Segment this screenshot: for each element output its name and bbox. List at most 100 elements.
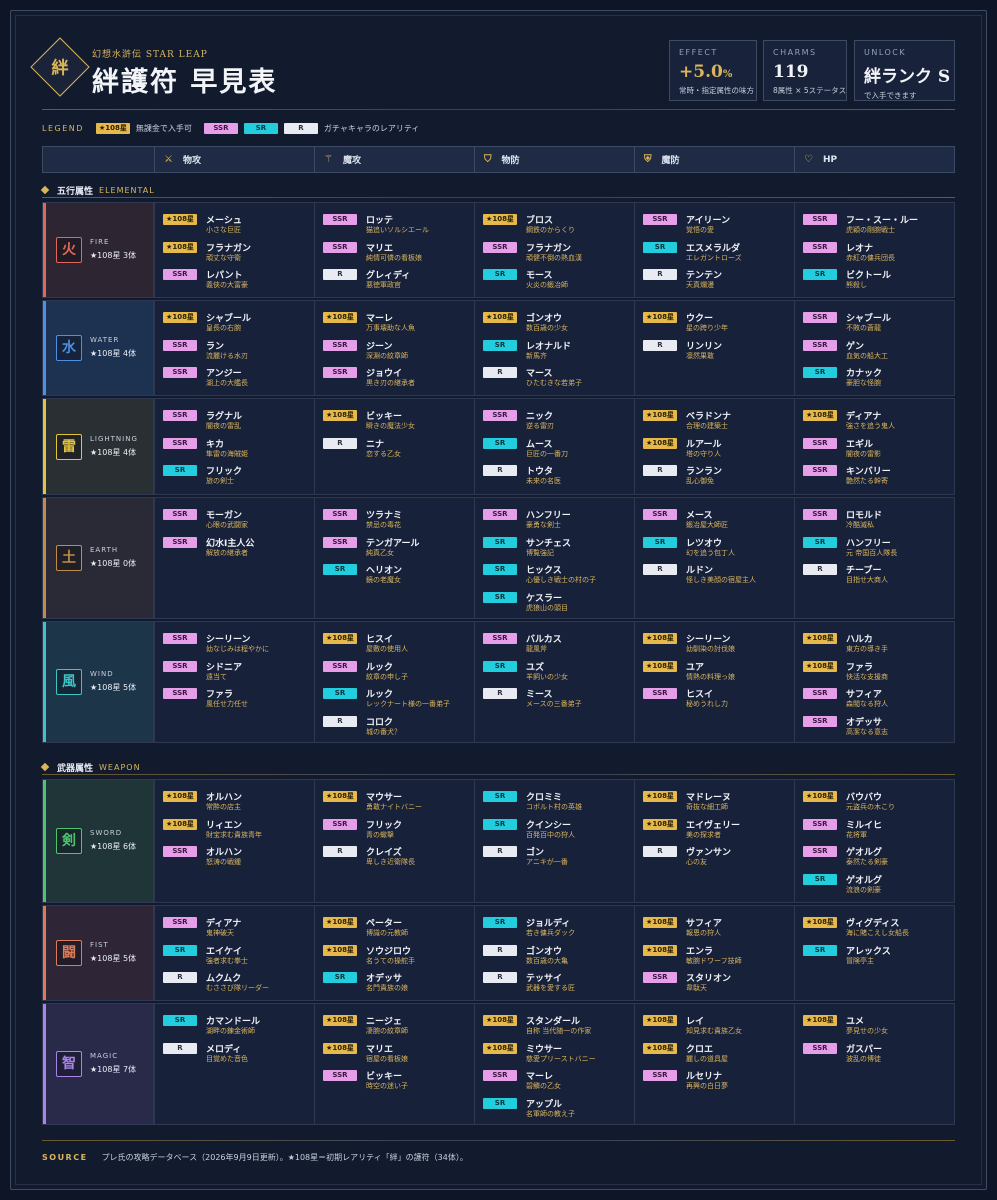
rarity-badge: SSR: [643, 688, 677, 699]
column-header-pdef: ⛉ 物防: [474, 147, 634, 172]
character-epithet: 逆る雷刃: [526, 422, 554, 430]
character-epithet: 元盗兵の木こり: [846, 803, 895, 811]
character-epithet: 武器を愛する匠: [526, 984, 575, 992]
charm-entry: ★108星 ユメ 夢見せの少女: [803, 1015, 954, 1043]
rarity-badge: SSR: [163, 437, 197, 449]
charm-entry: SR ゲオルグ 流浪の剣豪: [803, 873, 954, 902]
rarity-badge: SR: [483, 1097, 517, 1109]
character-epithet: 名軍師の教え子: [526, 1109, 575, 1118]
charm-entry: SSR ディアナ 鬼神破天: [163, 917, 314, 945]
charm-entry: SSR ジーン 深淵の紋章師: [323, 339, 474, 368]
charm-entry: SR オデッサ 名門貴族の娘: [323, 972, 474, 1000]
attribute-kanji: 火: [56, 237, 82, 263]
character-epithet: 解放の継承者: [206, 548, 248, 557]
character-epithet: 屋敷の使用人: [366, 645, 408, 653]
charm-entry: ★108星 マーレ 万事壊助な人魚: [323, 312, 474, 340]
cell-mdef: ★108星 ベラドンナ 合理の建築士 ★108星 ルアール 塔の守り人 R ランラン 乱心御免: [634, 399, 794, 494]
attribute-count: ★108星 7体: [90, 1065, 137, 1074]
character-epithet: 星の跨り少年: [686, 324, 728, 332]
rarity-badge: R: [483, 972, 517, 983]
rarity-badge: R: [643, 269, 677, 280]
rarity-badge: ★108星: [163, 791, 197, 802]
rarity-badge: ★108星: [323, 944, 357, 956]
rarity-badge: SSR: [643, 972, 677, 983]
footer-text: プレ氏の攻略データベース（2026年9月9日更新）。★108星＝初期レアリティ「…: [101, 1153, 468, 1162]
character-epithet: 知見求む貴族乙女: [686, 1027, 742, 1035]
rarity-badge: SR: [803, 269, 837, 280]
rarity-badge: SR: [643, 536, 677, 548]
character-epithet: エレガントローズ: [686, 253, 742, 262]
character-epithet: 若き傭兵ダック: [526, 929, 575, 937]
character-epithet: 万事壊助な人魚: [366, 324, 415, 332]
charm-entry: SSR キカ 隼雷の海賊姫: [163, 437, 314, 466]
rarity-badge: ★108星: [643, 1042, 677, 1054]
charm-entry: SSR シドニア 遠当て: [163, 660, 314, 689]
rarity-badge: SSR: [323, 214, 357, 225]
rarity-badge: SSR: [483, 633, 517, 644]
character-epithet: 卑しき近衛隊長: [366, 858, 415, 866]
cell-matk: ★108星 ヒスイ 屋敷の使用人 SSR ルック 紋章の申し子 SR ルック レックナート様の一…: [314, 622, 474, 742]
cell-matk: ★108星 ビッキー 瞬きの魔法少女 R ニナ 恋する乙女: [314, 399, 474, 494]
rarity-badge: SSR: [803, 339, 837, 351]
cell-pdef: SSR バルカス 龍風斧 SR ユズ 羊飼いの少女 R ミース メースの三番弟子: [474, 622, 634, 742]
charm-entry: SR ヒックス 心優しき戦士の村の子: [483, 564, 634, 592]
rarity-badge: ★108星: [643, 944, 677, 956]
rarity-badge: SR: [163, 1015, 197, 1026]
rarity-badge: SR: [483, 591, 517, 603]
charm-entry: R ゴンオウ 数百歳の大亀: [483, 944, 634, 973]
charm-entry: SR クロミミ コボルト村の英雄: [483, 791, 634, 819]
character-epithet: 黒き刃の継承者: [366, 379, 415, 387]
rarity-badge: ★108星: [483, 1015, 517, 1026]
character-epithet: 強者求む拳士: [206, 956, 248, 965]
attribute-en: FIRE: [90, 238, 110, 246]
charm-entry: SR レオナルド 新馬齐: [483, 339, 634, 368]
character-epithet: 紋章の申し子: [366, 672, 408, 681]
charm-entry: R グレィディ 悪徳軍政官: [323, 269, 474, 297]
rarity-badge: SR: [483, 660, 517, 672]
charm-entry: ★108星 エンラ 敏腕ドワーフ技師: [643, 944, 794, 973]
charm-entry: SSR テンガアール 純真乙女: [323, 536, 474, 565]
charm-entry: ★108星 オルハン 常酔の店主: [163, 791, 314, 819]
rarity-badge: SSR: [163, 367, 197, 378]
rarity-badge: SSR: [803, 214, 837, 225]
footer-label: SOURCE: [42, 1153, 88, 1162]
rarity-badge: ★108星: [323, 312, 357, 323]
charm-entry: SSR レオナ 赤紅の傭兵団長: [803, 241, 954, 270]
cell-pdef: ★108星 スタンダール 自称 当代随一の作家 ★108星 ミウサー 慈愛プリーストバニー…: [474, 1004, 634, 1124]
charm-entry: R ゴン アニキが一番: [483, 846, 634, 874]
charm-entry: SR サンチェス 博覧強記: [483, 536, 634, 565]
rarity-badge: R: [323, 846, 357, 857]
character-epithet: 城の番犬？: [366, 727, 401, 736]
rarity-badge: R: [643, 339, 677, 351]
character-epithet: 夢見せの少女: [846, 1027, 888, 1035]
character-epithet: 深淵の紋章師: [366, 351, 408, 360]
rarity-badge: SSR: [323, 241, 357, 253]
cell-mdef: ★108星 サフィア 報恩の狩人 ★108星 エンラ 敏腕ドワーフ技師 SSR スタリオン 韋駄…: [634, 906, 794, 1000]
cell-mdef: ★108星 マドレーヌ 奇抜な細工師 ★108星 エイヴェリー 美の探求者 R ヴァンサン 心の…: [634, 780, 794, 902]
cell-pdef: SSR ニック 逆る雷刃 SR ムース 巨匠の一番刀 R トウタ 未来の名医: [474, 399, 634, 494]
rarity-badge: SR: [803, 944, 837, 956]
charm-entry: SSR マリエ 純情可憐の看板娘: [323, 241, 474, 270]
charm-entry: ★108星 マウサー 勇敢ナイトバニー: [323, 791, 474, 819]
character-epithet: 小さな巨匠: [206, 226, 241, 234]
sword-icon: ⚔: [164, 154, 173, 165]
attribute-count: ★108星 5体: [90, 683, 137, 692]
rarity-badge: SSR: [483, 410, 517, 421]
page-subtitle: 幻想水滸伝 STAR LEAP: [92, 50, 208, 60]
cell-matk: ★108星 ペーター 博識の元教師 ★108星 ソウジロウ 名うての操舵手 SR オデッサ 名門…: [314, 906, 474, 1000]
row-label: 風 WIND ★108星 5体: [43, 622, 154, 742]
charm-entry: SSR オルハン 怒涛の戦鍾: [163, 846, 314, 874]
rarity-badge: ★108星: [643, 437, 677, 449]
diamond-icon: [40, 762, 50, 772]
row-label: 剣 SWORD ★108星 6体: [43, 780, 154, 902]
rarity-badge: SR: [483, 269, 517, 280]
legend-title: LEGEND: [42, 123, 84, 133]
charm-entry: SR レツオウ 幻を追う包丁人: [643, 536, 794, 565]
rarity-badge: SSR: [483, 241, 517, 253]
character-epithet: 鬼神破天: [206, 929, 234, 937]
row-label: 闘 FIST ★108星 5体: [43, 906, 154, 1000]
rarity-badge: SSR: [803, 818, 837, 830]
cell-matk: ★108星 マウサー 勇敢ナイトバニー SSR フリック 青の蠍撃 R クレイズ 卑しき近衛隊長: [314, 780, 474, 902]
stat-label: CHARMS: [773, 48, 817, 57]
character-epithet: 宿屋の看板娘: [366, 1054, 408, 1063]
